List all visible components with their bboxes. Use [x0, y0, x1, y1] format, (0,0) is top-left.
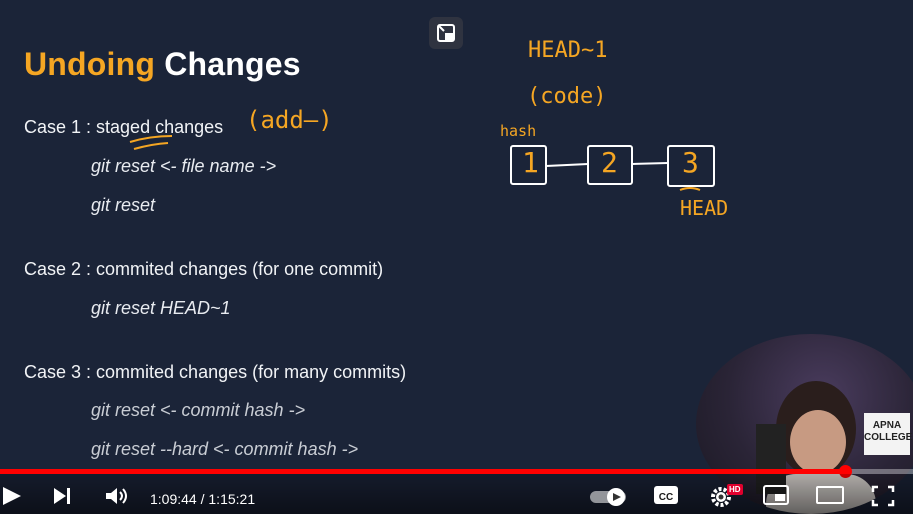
captions-icon[interactable]: CC — [653, 484, 679, 506]
annotation-add: (add—) — [246, 106, 333, 134]
commit-label-1: 1 — [522, 146, 539, 179]
time-current: 1:09:44 — [150, 491, 197, 507]
svg-text:CC: CC — [659, 492, 673, 503]
logo-line-1: APNA — [872, 420, 902, 431]
commit-label-2: 2 — [601, 146, 618, 179]
play-icon[interactable] — [0, 484, 24, 508]
annotation-head-tilde: HEAD~1 — [528, 38, 608, 63]
head-pointer-stroke — [679, 187, 701, 191]
miniplayer-icon[interactable] — [762, 484, 790, 506]
time-display: 1:09:44 / 1:15:21 — [150, 491, 255, 507]
time-total: 1:15:21 — [208, 491, 256, 507]
underline-stroke-2 — [133, 142, 169, 150]
annotation-hash: hash — [500, 122, 537, 140]
fullscreen-icon[interactable] — [870, 484, 896, 508]
annotation-head: HEAD — [680, 196, 729, 220]
theater-mode-icon[interactable] — [815, 484, 845, 506]
commit-link-2 — [631, 162, 669, 165]
picture-in-picture-button[interactable] — [429, 17, 463, 49]
underline-stroke-1 — [129, 135, 173, 143]
time-separator: / — [196, 491, 209, 507]
hd-badge: HD — [727, 484, 743, 495]
volume-icon[interactable] — [104, 484, 130, 508]
player-controls: 1:09:44 / 1:15:21 CC — [0, 474, 913, 514]
next-icon[interactable] — [50, 484, 74, 508]
commit-label-3: 3 — [682, 146, 699, 179]
autoplay-toggle-icon[interactable] — [590, 488, 628, 506]
picture-in-picture-icon — [437, 24, 455, 42]
apna-college-logo: APNA COLLEGE — [864, 413, 913, 455]
commit-link-1 — [545, 163, 589, 167]
logo-line-2: COLLEGE — [864, 432, 913, 443]
annotation-code: (code) — [527, 84, 607, 109]
